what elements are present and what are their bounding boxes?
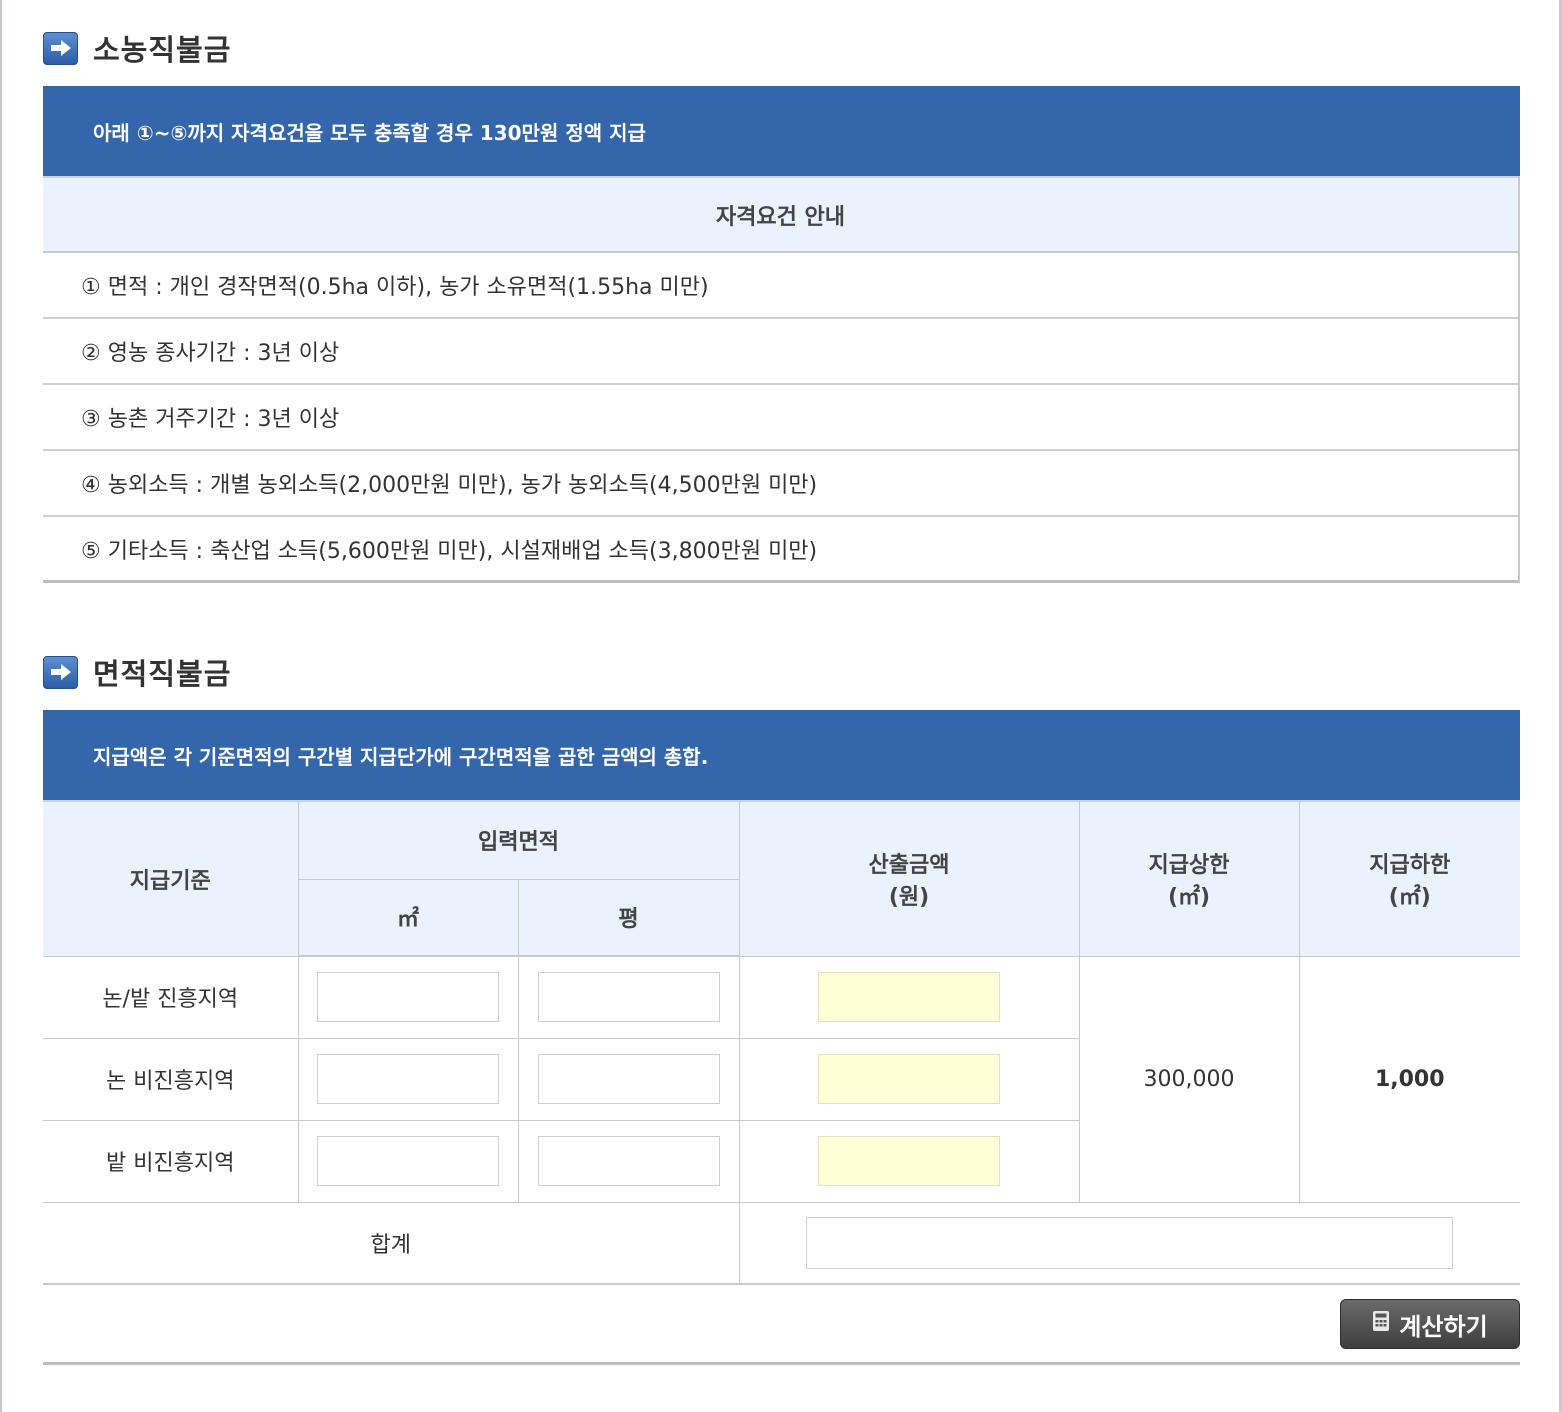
small-farm-banner: 아래 ①~⑤까지 자격요건을 모두 충족할 경우 130만원 정액 지급 bbox=[43, 86, 1520, 176]
calculate-button[interactable]: 계산하기 bbox=[1340, 1299, 1520, 1349]
header-upper-unit: (㎡) bbox=[1167, 884, 1211, 910]
area-payment-table: 지급기준 입력면적 산출금액 (원) 지급상한 (㎡) 지급하한 (㎡) ㎡ 평… bbox=[43, 800, 1520, 1285]
requirement-row: ⑤ 기타소득 : 축산업 소득(5,600만원 미만), 시설재배업 소득(3,… bbox=[43, 517, 1518, 583]
m2-input[interactable] bbox=[317, 972, 499, 1023]
frame-border-left bbox=[0, 0, 2, 1412]
header-input-area: 입력면적 bbox=[297, 800, 740, 880]
header-pyeong: 평 bbox=[517, 878, 739, 957]
upper-limit-value: 300,000 bbox=[1078, 955, 1300, 1203]
lower-limit-value: 1,000 bbox=[1298, 955, 1520, 1203]
arrow-right-icon bbox=[43, 31, 78, 65]
header-lower-limit: 지급하한 (㎡) bbox=[1298, 800, 1520, 957]
arrow-right-icon bbox=[43, 655, 78, 689]
section-title-small-farm: 소농직불금 bbox=[43, 27, 231, 69]
pyeong-input[interactable] bbox=[537, 1136, 720, 1186]
amount-result-field bbox=[818, 1054, 1000, 1104]
header-amount-label: 산출금액 bbox=[868, 852, 950, 878]
header-m2: ㎡ bbox=[298, 878, 519, 957]
requirement-row: ① 면적 : 개인 경작면적(0.5ha 이하), 농가 소유면적(1.55ha… bbox=[43, 253, 1518, 319]
requirements-header: 자격요건 안내 bbox=[43, 176, 1518, 253]
requirement-row: ② 영농 종사기간 : 3년 이상 bbox=[43, 319, 1518, 385]
calculate-button-label: 계산하기 bbox=[1399, 1312, 1488, 1341]
pyeong-input[interactable] bbox=[537, 1054, 720, 1104]
header-amount: 산출금액 (원) bbox=[738, 800, 1080, 957]
total-result-field bbox=[806, 1216, 1454, 1269]
header-criteria: 지급기준 bbox=[43, 800, 299, 957]
section-title-text: 소농직불금 bbox=[93, 33, 232, 67]
requirements-table: 자격요건 안내 ① 면적 : 개인 경작면적(0.5ha 이하), 농가 소유면… bbox=[43, 176, 1520, 583]
header-amount-unit: (원) bbox=[888, 884, 930, 910]
calculator-icon bbox=[1372, 1310, 1390, 1338]
requirement-row: ④ 농외소득 : 개별 농외소득(2,000만원 미만), 농가 농외소득(4,… bbox=[43, 451, 1518, 517]
section-divider bbox=[43, 1362, 1520, 1365]
amount-result-field bbox=[818, 1136, 1000, 1186]
m2-input[interactable] bbox=[317, 1136, 499, 1186]
amount-result-field bbox=[818, 972, 1000, 1022]
header-upper-limit: 지급상한 (㎡) bbox=[1078, 800, 1300, 957]
row-label: 논/밭 진흥지역 bbox=[43, 955, 299, 1039]
header-lower-unit: (㎡) bbox=[1388, 884, 1431, 910]
row-label: 밭 비진흥지역 bbox=[43, 1119, 299, 1203]
header-upper-label: 지급상한 bbox=[1148, 852, 1230, 878]
pyeong-input[interactable] bbox=[537, 972, 720, 1023]
total-label: 합계 bbox=[43, 1201, 740, 1285]
table-row: 논/밭 진흥지역 300,000 1,000 bbox=[43, 955, 1520, 1203]
total-row: 합계 bbox=[43, 1201, 1520, 1285]
section-title-area-payment: 면적직불금 bbox=[43, 651, 231, 693]
section-title-text: 면적직불금 bbox=[93, 657, 232, 691]
header-lower-label: 지급하한 bbox=[1369, 852, 1451, 878]
requirement-row: ③ 농촌 거주기간 : 3년 이상 bbox=[43, 385, 1518, 451]
m2-input[interactable] bbox=[317, 1054, 499, 1104]
row-label: 논 비진흥지역 bbox=[43, 1037, 299, 1121]
area-payment-banner: 지급액은 각 기준면적의 구간별 지급단가에 구간면적을 곱한 금액의 총합. bbox=[43, 710, 1520, 800]
